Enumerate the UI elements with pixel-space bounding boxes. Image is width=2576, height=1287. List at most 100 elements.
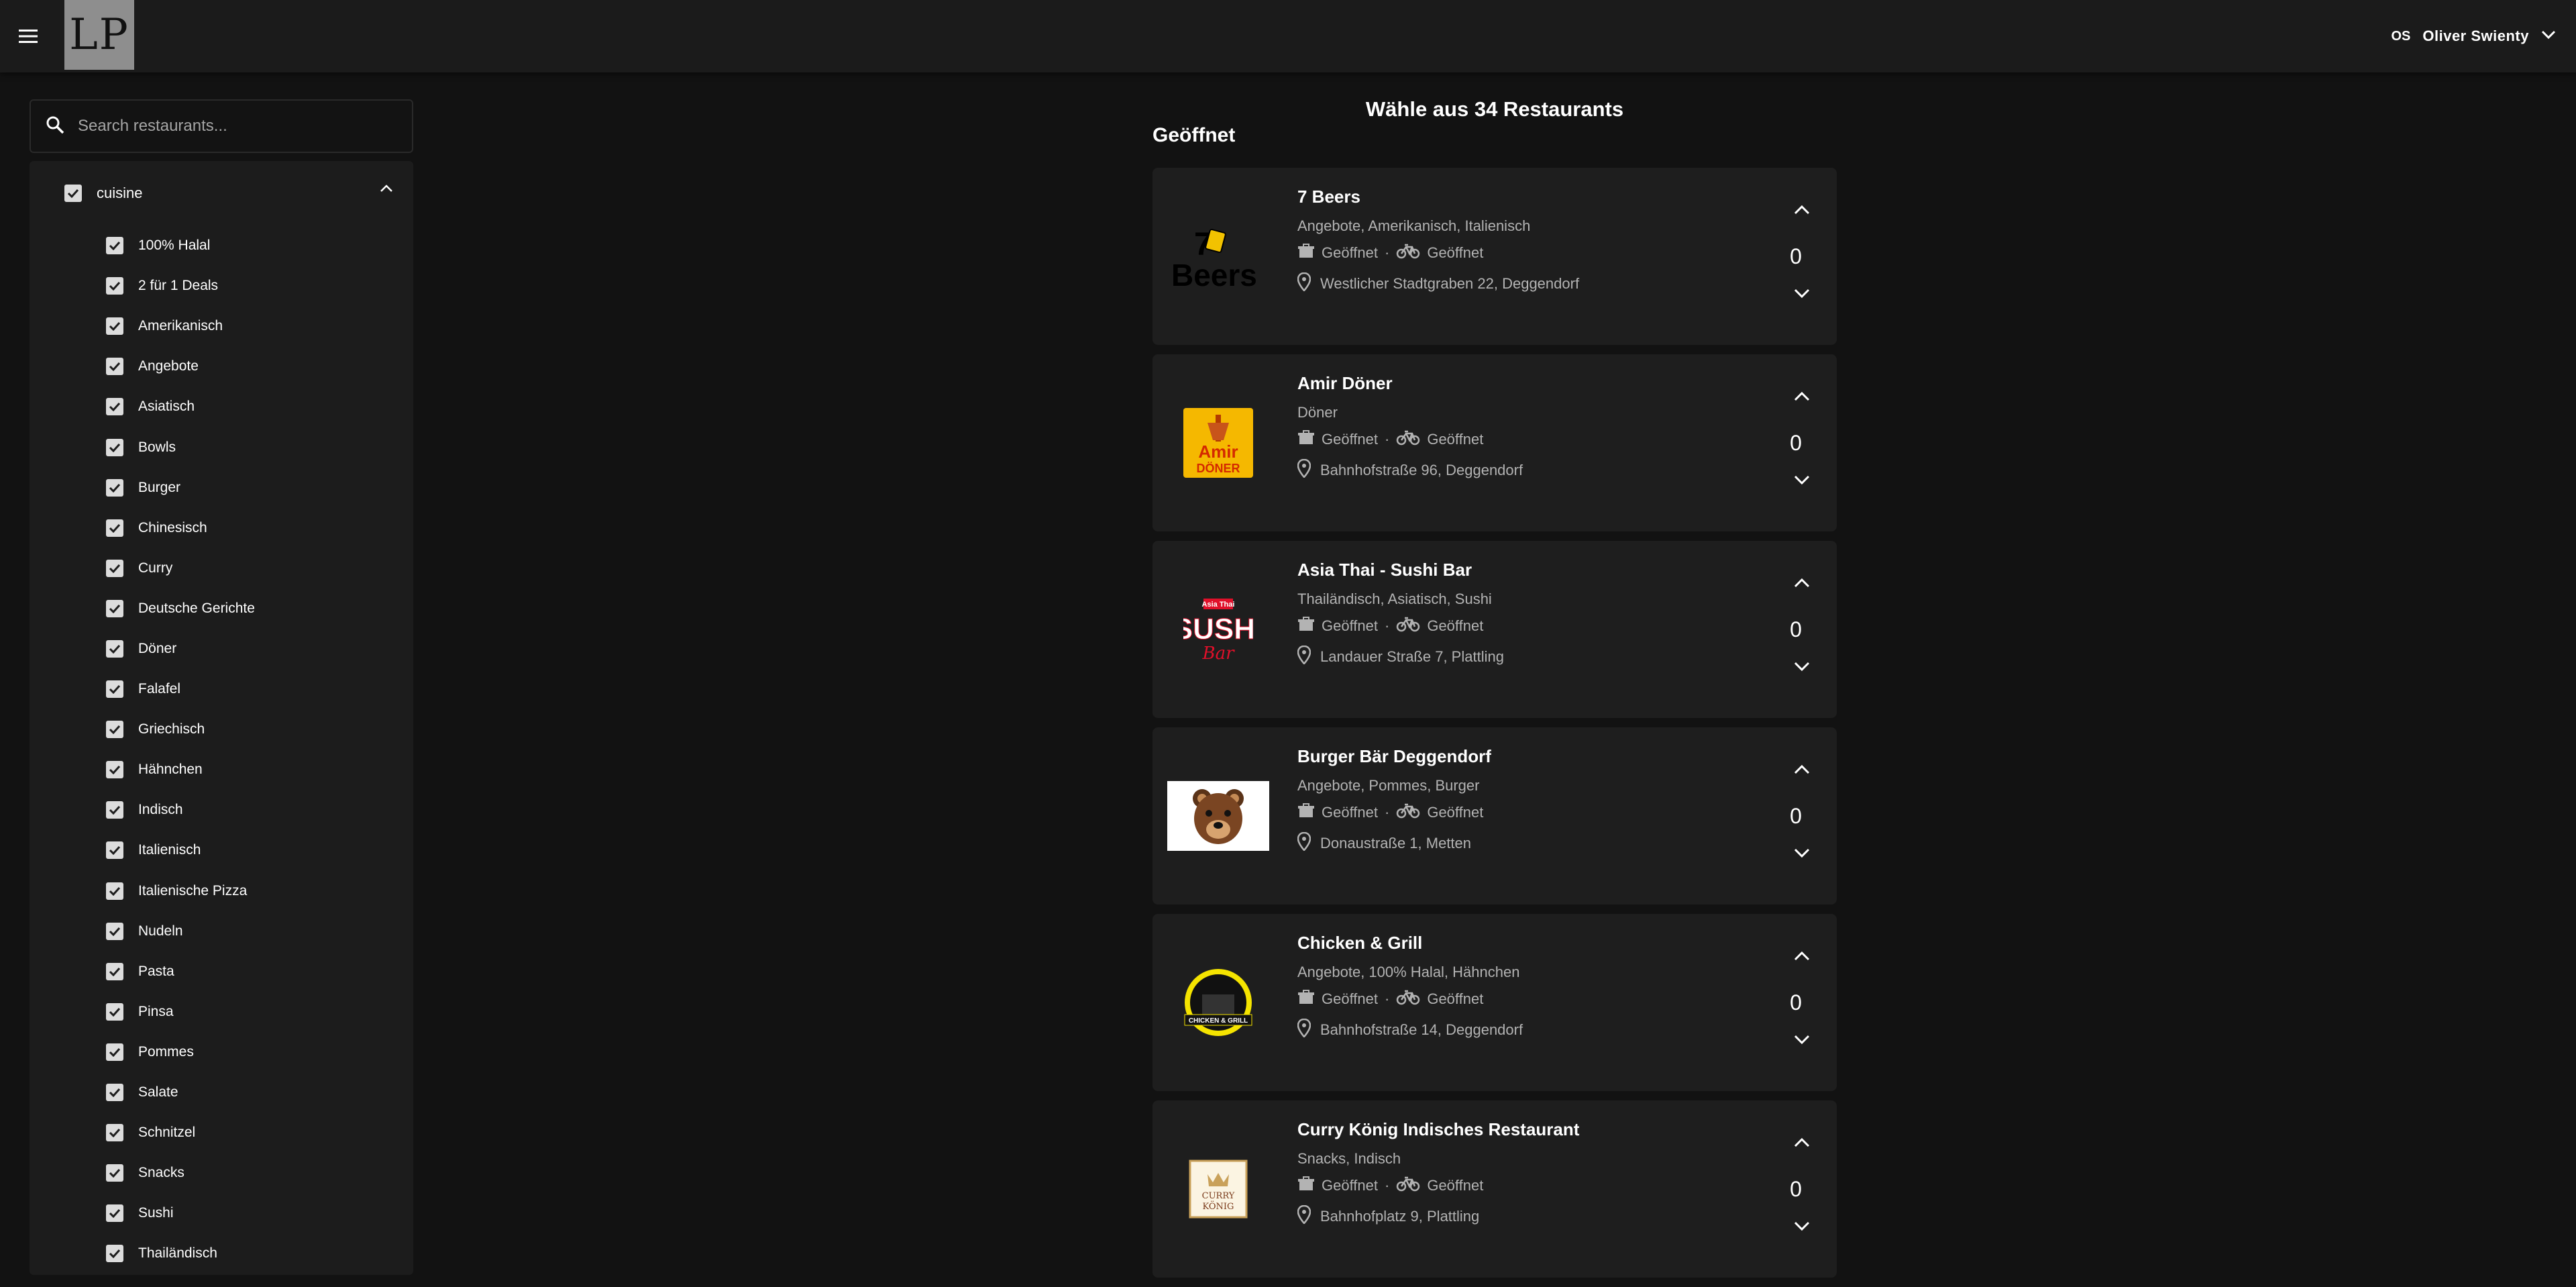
filter-checkbox[interactable] <box>106 721 123 739</box>
filter-checkbox[interactable] <box>106 801 123 819</box>
restaurant-card[interactable]: Amir DÖNER Amir Döner Döner Geöffnet · Ge… <box>1152 354 1837 531</box>
filter-item[interactable]: Salate <box>30 1072 413 1113</box>
chevron-up-icon[interactable] <box>1794 951 1810 964</box>
search-field[interactable] <box>30 99 413 153</box>
search-input[interactable] <box>78 117 393 136</box>
restaurant-card[interactable]: Asia ThaiSUSHIBar Asia Thai - Sushi Bar … <box>1152 541 1837 718</box>
filter-item[interactable]: Pommes <box>30 1032 413 1072</box>
filter-checkbox[interactable] <box>106 639 123 658</box>
filter-item[interactable]: Döner <box>30 629 413 669</box>
chevron-down-icon[interactable] <box>1794 662 1810 674</box>
chevron-up-icon[interactable] <box>380 184 393 196</box>
filter-item[interactable]: Italienische Pizza <box>30 871 413 911</box>
filter-checkbox[interactable] <box>106 438 123 456</box>
chevron-up-icon[interactable] <box>1794 578 1810 591</box>
filter-item[interactable]: Curry <box>30 548 413 588</box>
filter-item[interactable]: Amerikanisch <box>30 306 413 346</box>
restaurant-card[interactable]: 7 Beers 7 Beers Angebote, Amerikanisch, I… <box>1152 168 1837 345</box>
filter-item[interactable]: Sushi <box>30 1193 413 1233</box>
filter-item[interactable]: Griechisch <box>30 709 413 750</box>
filter-item[interactable]: 100% Halal <box>30 225 413 266</box>
restaurant-name: Chicken & Grill <box>1297 933 1423 953</box>
filter-checkbox[interactable] <box>106 277 123 295</box>
filter-checkbox[interactable] <box>106 599 123 617</box>
pickup-bag-icon <box>1297 803 1315 823</box>
location-pin-icon <box>1297 458 1311 482</box>
restaurant-card[interactable]: CHICKEN & GRILL Chicken & Grill Angebote… <box>1152 914 1837 1091</box>
filter-item[interactable]: Chinesisch <box>30 508 413 548</box>
filter-item[interactable]: Schnitzel <box>30 1113 413 1153</box>
chevron-up-icon[interactable] <box>1794 764 1810 778</box>
status-separator: · <box>1385 1177 1390 1194</box>
filter-item[interactable]: Burger <box>30 468 413 508</box>
filter-checkbox[interactable] <box>106 1124 123 1142</box>
filter-checkbox[interactable] <box>106 1245 123 1263</box>
filter-item[interactable]: Bowls <box>30 427 413 467</box>
chevron-down-icon[interactable] <box>1794 289 1810 301</box>
filter-item[interactable]: Pasta <box>30 951 413 992</box>
location-pin-icon <box>1297 831 1311 855</box>
restaurant-status: Geöffnet · Geöffnet <box>1297 803 1483 823</box>
user-name: Oliver Swienty <box>2422 28 2529 44</box>
filter-item[interactable]: 2 für 1 Deals <box>30 266 413 306</box>
pickup-status: Geöffnet <box>1322 617 1378 634</box>
restaurant-card[interactable]: CURRY KÖNIG Curry König Indisches Restaur… <box>1152 1100 1837 1278</box>
filter-checkbox[interactable] <box>106 237 123 255</box>
category-checkbox[interactable] <box>64 185 82 202</box>
filter-item[interactable]: Falafel <box>30 669 413 709</box>
chevron-up-icon[interactable] <box>1794 391 1810 405</box>
filter-checkbox[interactable] <box>106 1164 123 1182</box>
filter-checkbox[interactable] <box>106 962 123 980</box>
restaurant-status: Geöffnet · Geöffnet <box>1297 243 1483 263</box>
filter-item[interactable]: Hähnchen <box>30 750 413 790</box>
restaurant-card[interactable]: Burger Bär Deggendorf Angebote, Pommes, … <box>1152 727 1837 905</box>
filter-checkbox[interactable] <box>106 478 123 497</box>
bicycle-icon <box>1396 616 1420 636</box>
filter-item[interactable]: Italienisch <box>30 830 413 870</box>
filter-checkbox[interactable] <box>106 398 123 416</box>
filter-item[interactable]: Snacks <box>30 1153 413 1193</box>
filter-checkbox[interactable] <box>106 519 123 537</box>
filter-item[interactable]: Angebote <box>30 346 413 387</box>
filter-checkbox[interactable] <box>106 317 123 336</box>
filter-category-header[interactable]: cuisine <box>30 161 413 225</box>
filter-checkbox[interactable] <box>106 922 123 940</box>
bicycle-icon <box>1396 243 1420 263</box>
filter-item[interactable]: Thailändisch <box>30 1233 413 1274</box>
filter-item[interactable]: Deutsche Gerichte <box>30 588 413 629</box>
filter-checkbox[interactable] <box>106 1084 123 1102</box>
filter-item[interactable]: Pinsa <box>30 992 413 1032</box>
restaurant-name: Burger Bär Deggendorf <box>1297 746 1491 766</box>
chevron-down-icon[interactable] <box>1794 848 1810 861</box>
restaurant-cuisines: Angebote, Pommes, Burger <box>1297 777 1480 794</box>
filter-checkbox[interactable] <box>106 559 123 577</box>
chevron-down-icon[interactable] <box>1794 475 1810 488</box>
status-separator: · <box>1385 804 1390 821</box>
filter-checkbox[interactable] <box>106 761 123 779</box>
page-title: Wähle aus 34 Restaurants <box>1365 97 1624 121</box>
filter-checkbox[interactable] <box>106 1043 123 1061</box>
filter-checkbox[interactable] <box>106 1002 123 1021</box>
location-pin-icon <box>1297 1204 1311 1228</box>
filter-checkbox[interactable] <box>106 1204 123 1223</box>
restaurant-address-row: Bahnhofplatz 9, Plattling <box>1297 1204 1479 1228</box>
filter-checkbox[interactable] <box>106 882 123 900</box>
filter-item-label: Italienische Pizza <box>138 882 248 898</box>
chevron-down-icon[interactable] <box>1794 1221 1810 1234</box>
chevron-up-icon[interactable] <box>1794 205 1810 218</box>
user-menu[interactable]: OS Oliver Swienty <box>2391 20 2556 52</box>
filter-checkbox[interactable] <box>106 358 123 376</box>
app-logo[interactable]: LP <box>64 0 134 70</box>
app-bar: LP OS Oliver Swienty <box>0 0 2576 72</box>
logo-text: SUSHI <box>1183 613 1253 646</box>
filter-item[interactable]: Indisch <box>30 790 413 830</box>
restaurant-cuisines: Thailändisch, Asiatisch, Sushi <box>1297 590 1492 607</box>
section-heading-open: Geöffnet <box>1152 124 1236 146</box>
filter-checkbox[interactable] <box>106 680 123 699</box>
menu-icon[interactable] <box>12 20 44 52</box>
filter-item[interactable]: Asiatisch <box>30 387 413 427</box>
chevron-down-icon[interactable] <box>1794 1035 1810 1047</box>
filter-checkbox[interactable] <box>106 841 123 860</box>
filter-item[interactable]: Nudeln <box>30 911 413 951</box>
chevron-up-icon[interactable] <box>1794 1137 1810 1151</box>
